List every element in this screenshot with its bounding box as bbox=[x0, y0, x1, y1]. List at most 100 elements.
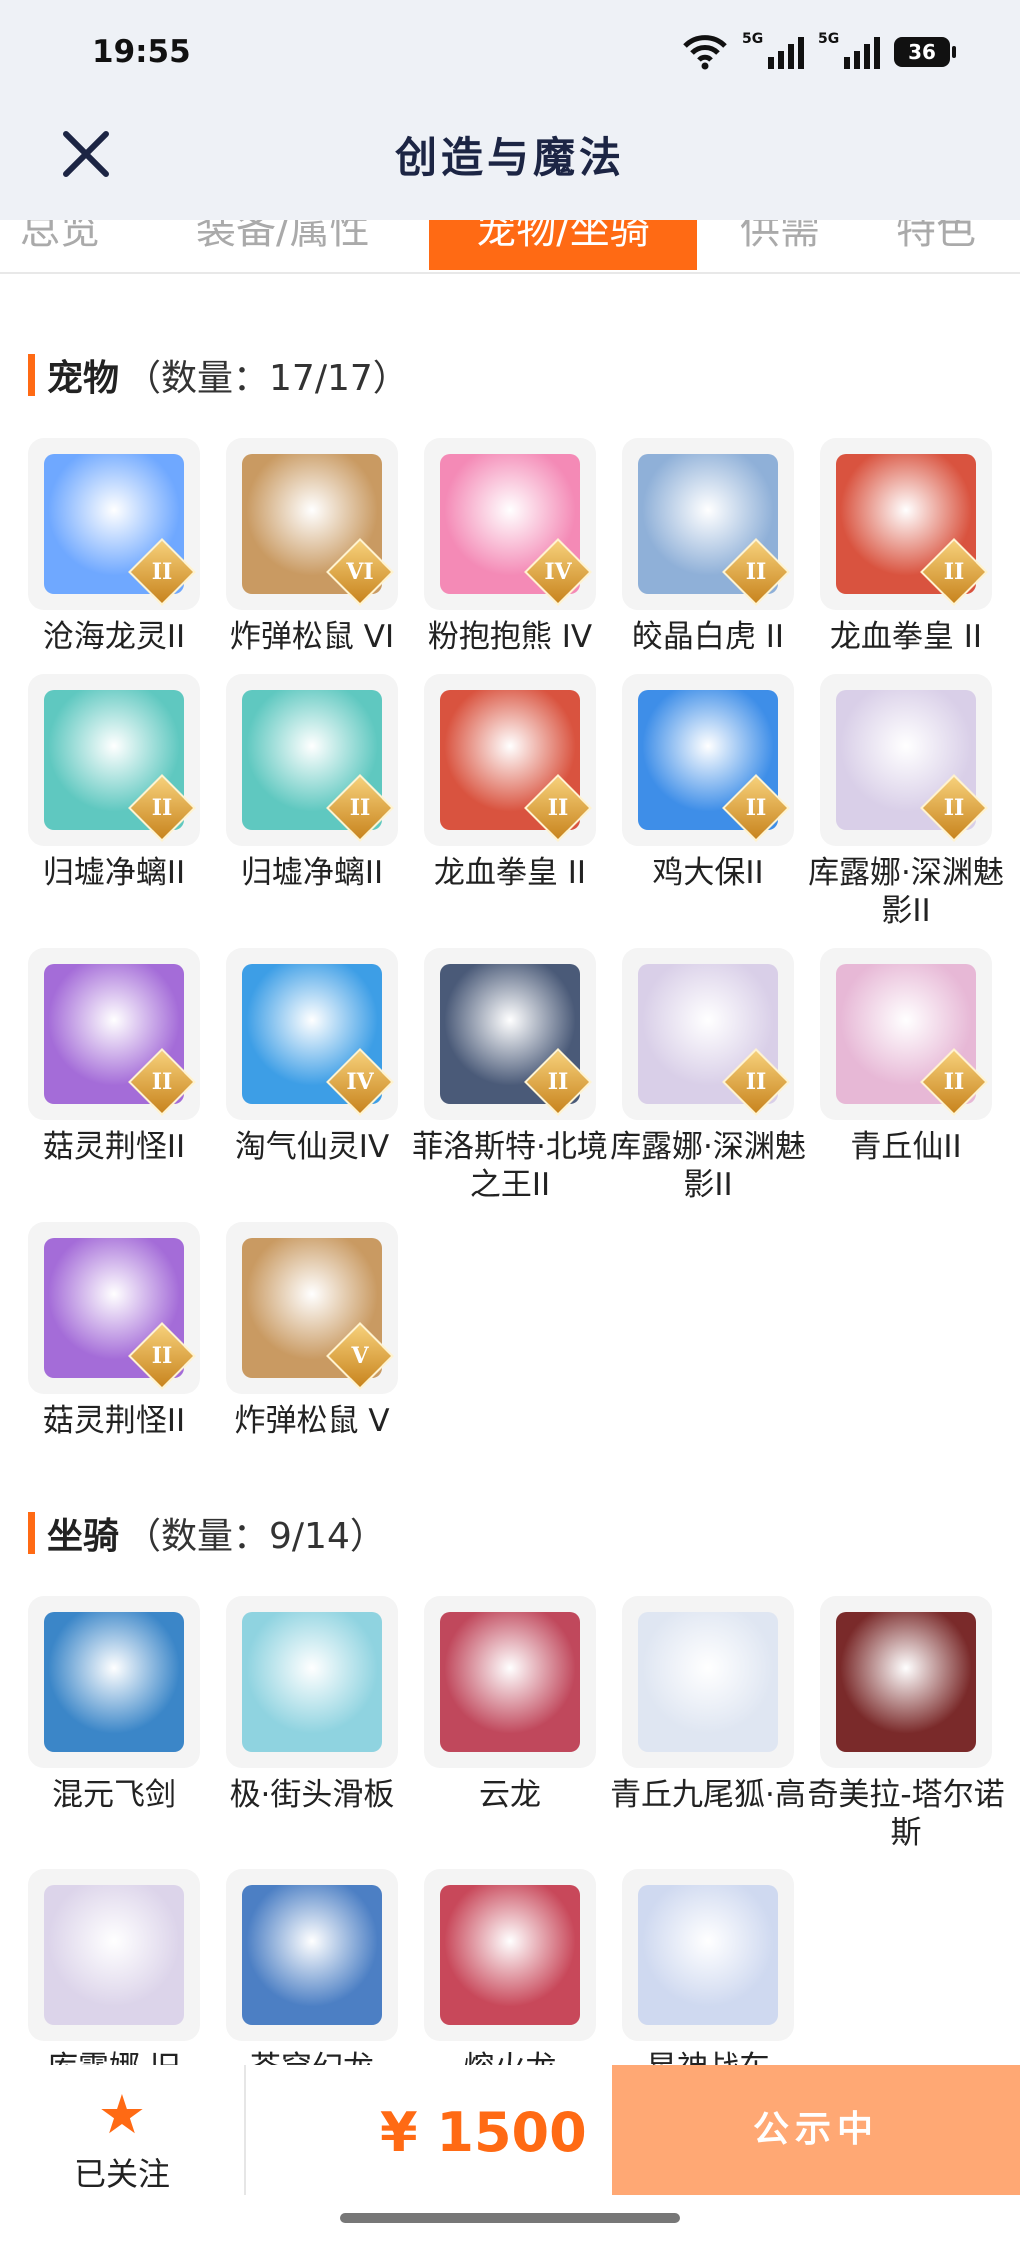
pet-thumbnail: II bbox=[424, 948, 596, 1120]
pet-thumbnail: II bbox=[226, 674, 398, 846]
signal-icon-2: 5G bbox=[818, 31, 880, 69]
pet-name: 菇灵荆怪II bbox=[42, 1129, 186, 1165]
pet-card[interactable]: IV 淘气仙灵IV bbox=[226, 948, 398, 1166]
pet-name: 炸弹松鼠 VI bbox=[229, 619, 395, 655]
pet-thumbnail: V bbox=[226, 1222, 398, 1394]
follow-button[interactable]: ★ 已关注 bbox=[0, 2085, 244, 2195]
battery-icon: 36 bbox=[894, 37, 956, 67]
pet-name: 库露娜·深渊魅影II bbox=[808, 855, 1004, 929]
tab-features[interactable]: 特色 bbox=[896, 220, 976, 270]
pet-thumbnail: II bbox=[28, 948, 200, 1120]
tab-overview[interactable]: 总览 bbox=[20, 220, 100, 270]
pet-thumbnail: II bbox=[820, 948, 992, 1120]
mount-image bbox=[242, 1612, 382, 1752]
tier-label: II bbox=[151, 559, 173, 585]
price: ¥ 1500 bbox=[380, 2101, 587, 2164]
pet-thumbnail: II bbox=[820, 674, 992, 846]
status-button[interactable]: 公示中 bbox=[612, 2065, 1020, 2195]
tier-label: II bbox=[349, 795, 371, 821]
tier-label: V bbox=[351, 1343, 369, 1369]
mount-card[interactable]: 苍穹幻龙 bbox=[226, 1869, 398, 2087]
pet-thumbnail: VI bbox=[226, 438, 398, 610]
pet-card[interactable]: VI 炸弹松鼠 VI bbox=[226, 438, 398, 656]
pet-card[interactable]: II 菇灵荆怪II bbox=[28, 1222, 200, 1440]
mount-card[interactable]: 混元飞剑 bbox=[28, 1596, 200, 1814]
tier-label: II bbox=[151, 1343, 173, 1369]
mount-name: 混元飞剑 bbox=[52, 1777, 176, 1813]
pet-card[interactable]: II 沧海龙灵II bbox=[28, 438, 200, 656]
tier-label: II bbox=[151, 1069, 173, 1095]
pet-card[interactable]: II 菲洛斯特·北境之王II bbox=[412, 948, 608, 1204]
pet-card[interactable]: II 归墟净螭II bbox=[226, 674, 398, 892]
pet-card[interactable]: II 皎晶白虎 II bbox=[622, 438, 794, 656]
tier-label: II bbox=[745, 795, 767, 821]
pet-name: 龙血拳皇 II bbox=[433, 855, 587, 891]
mount-thumbnail bbox=[226, 1596, 398, 1768]
mount-card[interactable]: 库露娜·旧 bbox=[28, 1869, 200, 2087]
mounts-section-title: 坐骑 bbox=[47, 1516, 120, 1557]
mount-card[interactable]: 星神战车 bbox=[622, 1869, 794, 2087]
tier-label: VI bbox=[346, 559, 374, 585]
mount-image bbox=[440, 1612, 580, 1752]
star-icon: ★ bbox=[97, 2083, 147, 2146]
tier-label: II bbox=[745, 559, 767, 585]
pet-name: 菇灵荆怪II bbox=[42, 1403, 186, 1439]
header: 创造与魔法 bbox=[0, 110, 1020, 220]
mount-name: 奇美拉-塔尔诺斯 bbox=[807, 1777, 1005, 1851]
tab-supply[interactable]: 供需 bbox=[740, 220, 820, 270]
mount-thumbnail bbox=[28, 1869, 200, 2041]
mounts-section-count: （数量：9/14） bbox=[125, 1516, 386, 1557]
pet-name: 青丘仙II bbox=[850, 1129, 962, 1165]
mount-card[interactable]: 云龙 bbox=[424, 1596, 596, 1814]
status-icons: 5G 5G 36 bbox=[682, 31, 956, 70]
pet-thumbnail: II bbox=[28, 1222, 200, 1394]
wifi-icon bbox=[683, 35, 727, 70]
pet-thumbnail: II bbox=[28, 438, 200, 610]
pet-name: 鸡大保II bbox=[652, 855, 764, 891]
tab-equipment[interactable]: 装备/属性 bbox=[196, 220, 369, 270]
pet-card[interactable]: V 炸弹松鼠 V bbox=[226, 1222, 398, 1440]
pet-thumbnail: II bbox=[424, 674, 596, 846]
status-bar: 19:55 5G 5G 36 bbox=[0, 0, 1020, 110]
pet-name: 归墟净螭II bbox=[240, 855, 384, 891]
network-label-2: 5G bbox=[818, 31, 840, 47]
pet-name: 粉抱抱熊 IV bbox=[427, 619, 593, 655]
pet-card[interactable]: II 龙血拳皇 II bbox=[424, 674, 596, 892]
pets-section-count: （数量：17/17） bbox=[125, 358, 409, 399]
mount-card[interactable]: 奇美拉-塔尔诺斯 bbox=[807, 1596, 1005, 1852]
mount-image bbox=[44, 1612, 184, 1752]
mounts-section-header: 坐骑 （数量：9/14） bbox=[28, 1507, 386, 1559]
pet-card[interactable]: II 青丘仙II bbox=[820, 948, 992, 1166]
pet-name: 归墟净螭II bbox=[42, 855, 186, 891]
pet-card[interactable]: II 库露娜·深渊魅影II bbox=[808, 674, 1004, 930]
pet-name: 炸弹松鼠 V bbox=[234, 1403, 390, 1439]
pet-card[interactable]: IV 粉抱抱熊 IV bbox=[424, 438, 596, 656]
mount-card[interactable]: 青丘九尾狐·高 bbox=[610, 1596, 806, 1814]
mount-thumbnail bbox=[622, 1869, 794, 2041]
divider bbox=[244, 2065, 246, 2195]
network-label-1: 5G bbox=[742, 31, 764, 47]
pet-thumbnail: II bbox=[820, 438, 992, 610]
mount-card[interactable]: 熔火龙 bbox=[424, 1869, 596, 2087]
section-accent-bar bbox=[28, 1512, 35, 1554]
pet-card[interactable]: II 菇灵荆怪II bbox=[28, 948, 200, 1166]
pet-card[interactable]: II 鸡大保II bbox=[622, 674, 794, 892]
tier-label: IV bbox=[544, 559, 572, 585]
mount-image bbox=[242, 1885, 382, 2025]
tier-label: II bbox=[943, 1069, 965, 1095]
tier-label: II bbox=[943, 795, 965, 821]
section-accent-bar bbox=[28, 354, 35, 396]
mount-card[interactable]: 极·街头滑板 bbox=[226, 1596, 398, 1814]
pet-card[interactable]: II 库露娜·深渊魅影II bbox=[610, 948, 806, 1204]
pet-thumbnail: II bbox=[28, 674, 200, 846]
pet-thumbnail: IV bbox=[424, 438, 596, 610]
mount-thumbnail bbox=[820, 1596, 992, 1768]
mount-thumbnail bbox=[622, 1596, 794, 1768]
pet-card[interactable]: II 龙血拳皇 II bbox=[820, 438, 992, 656]
pet-card[interactable]: II 归墟净螭II bbox=[28, 674, 200, 892]
tab-pets-mounts[interactable]: 宠物/坐骑 bbox=[429, 220, 697, 270]
pet-thumbnail: IV bbox=[226, 948, 398, 1120]
pet-name: 皎晶白虎 II bbox=[631, 619, 785, 655]
pet-name: 菲洛斯特·北境之王II bbox=[412, 1129, 608, 1203]
mount-image bbox=[440, 1885, 580, 2025]
